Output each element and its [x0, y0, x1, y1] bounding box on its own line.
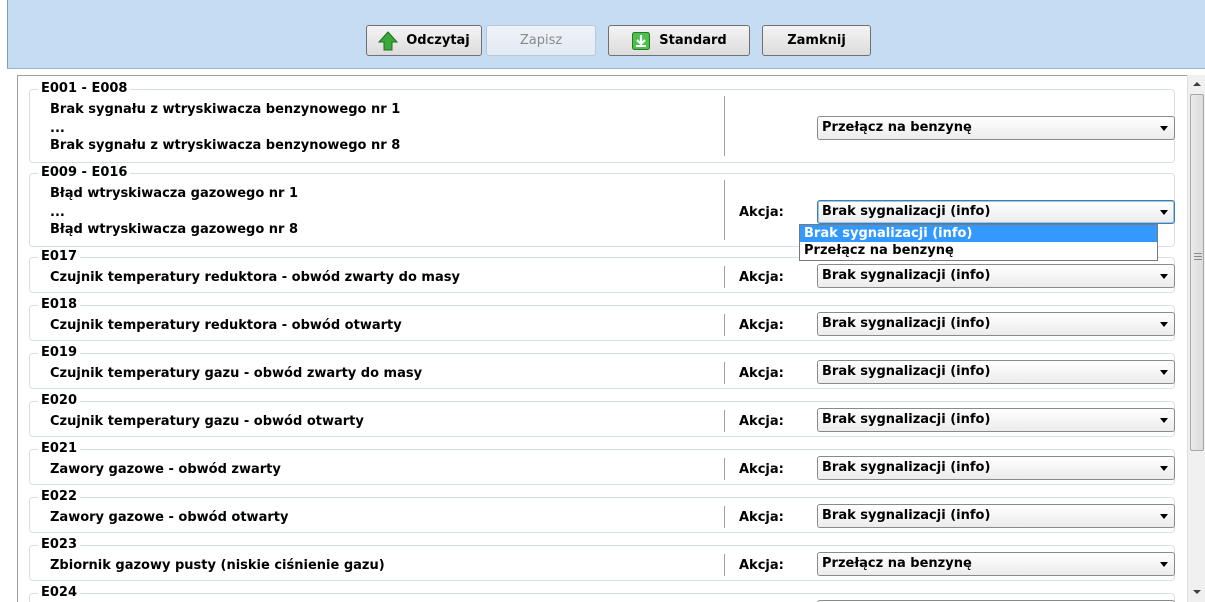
- scrollbar-thumb[interactable]: [1190, 94, 1204, 451]
- error-actions-panel: E001 - E008 Brak sygnału z wtryskiwacza …: [17, 75, 1205, 602]
- chevron-down-icon: [1160, 562, 1168, 567]
- error-code: E022: [38, 489, 81, 504]
- toolbar: Odczytaj Zapisz Standard Zamknij: [7, 0, 1205, 69]
- action-select[interactable]: Brak sygnalizacji (info): [817, 504, 1175, 528]
- close-button-label: Zamknij: [787, 33, 846, 48]
- action-dropdown-list: Brak sygnalizacji (info) Przełącz na ben…: [799, 224, 1158, 261]
- divider: [724, 180, 725, 240]
- error-code: E019: [38, 345, 81, 360]
- arrow-up-icon: [378, 30, 399, 51]
- action-label: Akcja:: [739, 510, 784, 525]
- action-select-value: Przełącz na benzynę: [822, 120, 972, 135]
- action-select[interactable]: Brak sygnalizacji (info): [817, 408, 1175, 432]
- dropdown-option[interactable]: Brak sygnalizacji (info): [800, 225, 1157, 242]
- action-select-value: Brak sygnalizacji (info): [822, 460, 991, 475]
- error-code: E017: [38, 249, 81, 264]
- error-description: Błąd wtryskiwacza gazowego nr 1: [50, 186, 299, 201]
- dropdown-option[interactable]: Przełącz na benzynę: [800, 242, 1157, 259]
- action-select-value: Brak sygnalizacji (info): [822, 316, 991, 331]
- divider: [724, 458, 725, 480]
- save-button-label: Zapisz: [519, 33, 563, 48]
- error-description: Błąd wtryskiwacza gazowego nr 8: [50, 222, 299, 237]
- chevron-down-icon: [1160, 274, 1168, 279]
- action-select-value: Brak sygnalizacji (info): [822, 508, 991, 523]
- standard-button[interactable]: Standard: [608, 25, 750, 56]
- error-code: E018: [38, 297, 81, 312]
- chevron-down-icon: [1160, 514, 1168, 519]
- action-label: Akcja:: [739, 318, 784, 333]
- error-group: E019 Czujnik temperatury gazu - obwód zw…: [29, 345, 1175, 389]
- error-group: E001 - E008 Brak sygnału z wtryskiwacza …: [29, 81, 1175, 163]
- action-select-value: Brak sygnalizacji (info): [822, 364, 991, 379]
- error-description: Zbiornik gazowy pusty (niskie ciśnienie …: [50, 558, 385, 573]
- error-description: Brak sygnału z wtryskiwacza benzynowego …: [50, 138, 401, 153]
- action-select[interactable]: Przełącz na benzynę: [817, 116, 1175, 140]
- error-group: E023 Zbiornik gazowy pusty (niskie ciśni…: [29, 537, 1175, 581]
- divider: [724, 96, 725, 156]
- action-label: Akcja:: [739, 270, 784, 285]
- action-select-value: Brak sygnalizacji (info): [822, 412, 991, 427]
- scroll-down-arrow-icon[interactable]: [1188, 583, 1205, 600]
- chevron-down-icon: [1160, 370, 1168, 375]
- error-code: E024: [38, 585, 81, 600]
- error-description: Czujnik temperatury gazu - obwód zwarty …: [50, 366, 423, 381]
- read-button[interactable]: Odczytaj: [366, 25, 482, 56]
- action-label: Akcja:: [739, 366, 784, 381]
- action-label: Akcja:: [739, 462, 784, 477]
- error-description: Zawory gazowe - obwód otwarty: [50, 510, 289, 525]
- standard-button-label: Standard: [659, 33, 727, 48]
- action-select-value: Brak sygnalizacji (info): [822, 204, 991, 219]
- action-select[interactable]: Brak sygnalizacji (info): [817, 456, 1175, 480]
- action-select-value: Brak sygnalizacji (info): [822, 268, 991, 283]
- close-button[interactable]: Zamknij: [762, 25, 871, 56]
- error-code: E001 - E008: [38, 81, 131, 96]
- divider: [724, 410, 725, 432]
- error-description: Czujnik temperatury reduktora - obwód ot…: [50, 318, 402, 333]
- download-icon: [631, 31, 651, 51]
- divider: [724, 554, 725, 576]
- grip-icon: [1194, 253, 1202, 262]
- error-code: E021: [38, 441, 81, 456]
- error-code: E009 - E016: [38, 165, 131, 180]
- save-button[interactable]: Zapisz: [486, 25, 596, 56]
- action-select-value: Przełącz na benzynę: [822, 556, 972, 571]
- action-select[interactable]: Brak sygnalizacji (info): [817, 360, 1175, 384]
- error-group: E018 Czujnik temperatury reduktora - obw…: [29, 297, 1175, 341]
- error-description: Czujnik temperatury gazu - obwód otwarty: [50, 414, 364, 429]
- error-code: E023: [38, 537, 81, 552]
- action-label: Akcja:: [739, 558, 784, 573]
- chevron-down-icon: [1160, 126, 1168, 131]
- chevron-down-icon: [1160, 322, 1168, 327]
- scroll-up-arrow-icon[interactable]: [1188, 75, 1205, 92]
- action-label: Akcja:: [739, 414, 784, 429]
- action-select[interactable]: Brak sygnalizacji (info): [817, 200, 1175, 224]
- error-code: E020: [38, 393, 81, 408]
- divider: [724, 266, 725, 288]
- action-select[interactable]: Przełącz na benzynę: [817, 552, 1175, 576]
- error-description: Zawory gazowe - obwód zwarty: [50, 462, 281, 477]
- action-select[interactable]: Brak sygnalizacji (info): [817, 264, 1175, 288]
- action-label: Akcja:: [739, 205, 784, 220]
- divider: [724, 314, 725, 336]
- chevron-down-icon: [1160, 418, 1168, 423]
- vertical-scrollbar[interactable]: [1187, 75, 1205, 602]
- divider: [724, 506, 725, 528]
- error-description: Czujnik temperatury reduktora - obwód zw…: [50, 270, 460, 285]
- read-button-label: Odczytaj: [406, 33, 470, 48]
- error-group: E022 Zawory gazowe - obwód otwarty Akcja…: [29, 489, 1175, 533]
- action-select[interactable]: Brak sygnalizacji (info): [817, 312, 1175, 336]
- divider: [724, 362, 725, 384]
- error-description: Brak sygnału z wtryskiwacza benzynowego …: [50, 102, 401, 117]
- error-group: E017 Czujnik temperatury reduktora - obw…: [29, 249, 1175, 293]
- chevron-down-icon: [1160, 210, 1168, 215]
- error-description: ...: [50, 205, 65, 220]
- chevron-down-icon: [1160, 466, 1168, 471]
- error-group: E020 Czujnik temperatury gazu - obwód ot…: [29, 393, 1175, 437]
- error-group: E024: [29, 585, 1175, 602]
- error-description: ...: [50, 121, 65, 136]
- error-group: E021 Zawory gazowe - obwód zwarty Akcja:…: [29, 441, 1175, 485]
